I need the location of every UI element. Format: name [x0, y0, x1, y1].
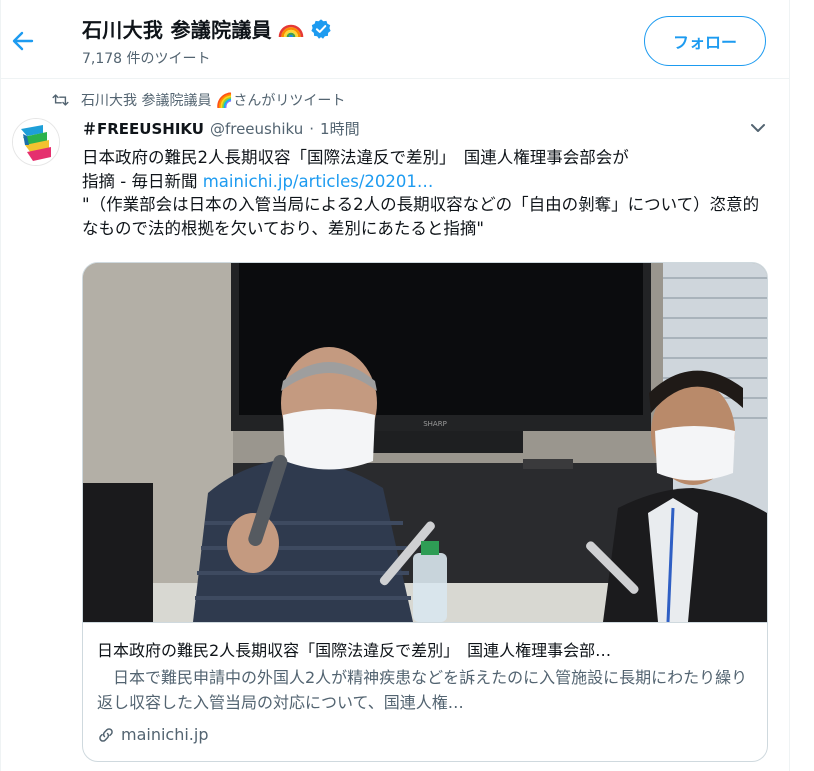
tv-brand-label: SHARP: [423, 420, 447, 428]
tweet-link[interactable]: mainichi.jp/articles/20201…: [203, 172, 434, 191]
card-title: 日本政府の難民2人長期収容「国際法違反で差別」 国連人権理事会部…: [97, 641, 612, 660]
link-icon: [99, 727, 113, 742]
avatar[interactable]: [12, 118, 60, 166]
card-domain: mainichi.jp: [97, 725, 209, 744]
tweet-text-line1: 日本政府の難民2人長期収容「国際法違反で差別」 国連人権理事会部会が: [82, 148, 629, 167]
tweet-menu-button[interactable]: [746, 116, 770, 140]
retweet-indicator: 石川大我 参議院議員 🌈さんがリツイート: [52, 90, 345, 110]
profile-title: 石川大我 参議院議員: [82, 14, 332, 43]
rainbow-emoji: [278, 24, 304, 37]
arrow-left-icon: [12, 31, 34, 51]
tweet-quote: "（作業部会は日本の入管当局による2人の長期収容などの「自由の剝奪」について）恣…: [82, 195, 760, 238]
back-button[interactable]: [6, 24, 40, 58]
profile-name: 石川大我 参議院議員: [82, 18, 272, 42]
card-domain-text: mainichi.jp: [121, 725, 209, 744]
link-card[interactable]: SHARP 日本政府の難民2人長期収容「国際法違反で差別」 国連人権理事会部… …: [82, 262, 768, 762]
tweet-handle[interactable]: @freeushiku: [210, 120, 303, 138]
card-description: 日本で難民申請中の外国人2人が精神疾患などを訴えたのに入管施設に長期にわたり繰り…: [97, 668, 748, 712]
retweet-icon: [52, 94, 69, 106]
tweet-text: 日本政府の難民2人長期収容「国際法違反で差別」 国連人権理事会部会が 指摘 - …: [82, 146, 772, 240]
separator-dot: ·: [309, 120, 315, 138]
verified-badge-icon: [311, 18, 331, 39]
freeushiku-logo-icon: [13, 119, 59, 165]
follow-button[interactable]: フォロー: [644, 16, 766, 66]
retweet-text[interactable]: 石川大我 参議院議員 🌈さんがリツイート: [81, 90, 345, 110]
column-right-border: [789, 0, 790, 771]
press-conference-photo: SHARP: [83, 263, 767, 622]
tweet-time[interactable]: 1時間: [320, 118, 360, 139]
profile-header: 石川大我 参議院議員 7,178 件のツイート フォロー: [0, 0, 790, 79]
tweet-header: ＃FREEUSHIKU @freeushiku · 1時間: [82, 118, 360, 139]
tweet-display-name[interactable]: ＃FREEUSHIKU: [82, 118, 204, 139]
chevron-down-icon: [751, 124, 765, 132]
timeline-column: 石川大我 参議院議員 7,178 件のツイート フォロー 石川大我 参議院議員 …: [0, 0, 790, 771]
tweet-text-line2: 指摘 - 毎日新聞: [82, 171, 203, 191]
tweet-count: 7,178 件のツイート: [82, 51, 211, 67]
card-image: SHARP: [83, 263, 767, 623]
column-left-border: [0, 0, 1, 771]
